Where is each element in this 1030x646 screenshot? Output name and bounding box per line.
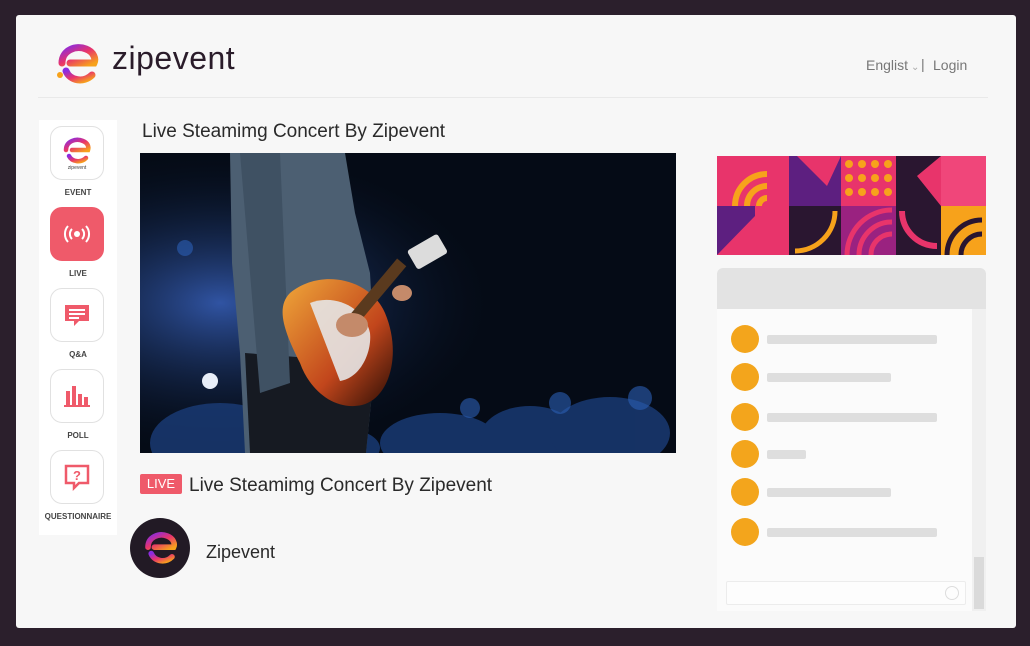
chat-avatar	[731, 325, 759, 353]
chat-message-row	[731, 478, 961, 506]
chat-message-placeholder	[767, 373, 891, 382]
header-divider	[38, 97, 988, 98]
question-bubble-icon: ?	[64, 464, 90, 491]
header: zipevent Englist ⌄ | Login	[16, 15, 1016, 98]
nav-item-questionnaire[interactable]: ? QUESTIONNAIRE	[39, 450, 117, 530]
svg-text:?: ?	[73, 468, 81, 483]
live-badge: LIVE	[140, 474, 182, 494]
pattern-banner-image	[717, 156, 986, 255]
chat-avatar	[731, 363, 759, 391]
login-link[interactable]: Login	[933, 57, 967, 73]
zipevent-logo-icon[interactable]	[52, 39, 102, 89]
nav-questionnaire-button[interactable]: ?	[50, 450, 104, 504]
nav-item-live[interactable]: LIVE	[39, 207, 117, 287]
chat-message-placeholder	[767, 488, 891, 497]
chat-message-placeholder	[767, 335, 937, 344]
brand-name: zipevent	[112, 40, 236, 76]
chat-scrollbar[interactable]	[972, 309, 986, 611]
stream-title: Live Steamimg Concert By Zipevent	[189, 475, 493, 496]
nav-label-questionnaire: QUESTIONNAIRE	[44, 512, 112, 521]
app-frame: zipevent Englist ⌄ | Login zipevent EVENT	[16, 15, 1016, 628]
chat-panel	[717, 268, 986, 611]
broadcast-icon	[64, 225, 90, 243]
chat-header	[717, 268, 986, 309]
page-title: Live Steamimg Concert By Zipevent	[142, 121, 446, 142]
nav-item-poll[interactable]: POLL	[39, 369, 117, 449]
nav-label-qa: Q&A	[69, 350, 87, 359]
concert-video-frame	[140, 153, 676, 453]
organizer-name[interactable]: Zipevent	[206, 542, 275, 563]
organizer-avatar[interactable]	[130, 518, 190, 578]
video-player[interactable]	[140, 153, 676, 453]
chat-avatar	[731, 403, 759, 431]
chat-message-row	[731, 518, 961, 546]
nav-event-button[interactable]: zipevent	[50, 126, 104, 180]
chevron-down-icon: ⌄	[911, 62, 920, 73]
bar-chart-icon	[64, 386, 90, 407]
chat-message-row	[731, 440, 961, 468]
chat-scrollbar-thumb[interactable]	[974, 557, 984, 609]
sidebar-nav: zipevent EVENT LIVE Q&A POLL ? QUESTIONN…	[39, 120, 117, 535]
nav-label-event: EVENT	[64, 188, 92, 197]
nav-live-button[interactable]	[50, 207, 104, 261]
chat-message-placeholder	[767, 413, 937, 422]
nav-event-subtext: zipevent	[68, 165, 87, 171]
nav-item-event[interactable]: zipevent EVENT	[39, 126, 117, 206]
language-label: Englist	[866, 57, 909, 73]
chat-message-row	[731, 403, 961, 431]
chat-input[interactable]	[726, 581, 966, 605]
chat-avatar	[731, 518, 759, 546]
chat-avatar	[731, 478, 759, 506]
language-selector[interactable]: Englist ⌄	[866, 57, 919, 73]
zipevent-logo-icon: zipevent	[63, 137, 91, 171]
nav-poll-button[interactable]	[50, 369, 104, 423]
decorative-banner	[717, 156, 986, 255]
chat-avatar	[731, 440, 759, 468]
emoji-icon[interactable]	[945, 586, 959, 600]
header-separator: |	[921, 56, 925, 72]
nav-label-live: LIVE	[69, 269, 87, 278]
chat-message-row	[731, 325, 961, 353]
zipevent-logo-icon	[145, 532, 177, 564]
nav-qa-button[interactable]	[50, 288, 104, 342]
chat-message-placeholder	[767, 450, 806, 459]
nav-item-qa[interactable]: Q&A	[39, 288, 117, 368]
chat-bubble-icon	[65, 305, 89, 326]
chat-message-placeholder	[767, 528, 937, 537]
nav-label-poll: POLL	[67, 431, 89, 440]
chat-message-row	[731, 363, 961, 391]
